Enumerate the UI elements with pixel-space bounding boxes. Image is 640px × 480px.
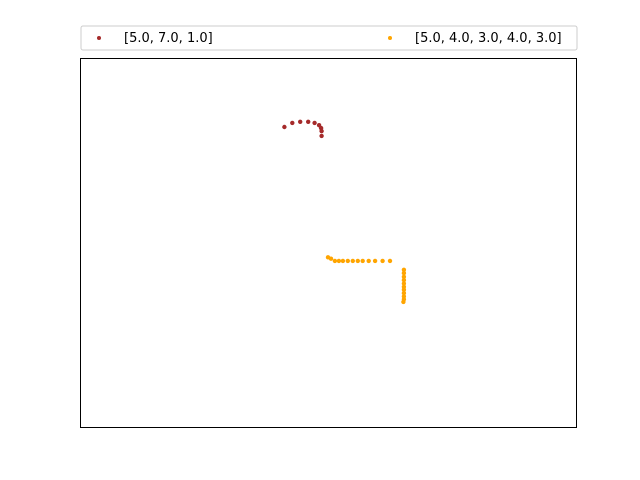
series-2-point-4 [336,258,342,264]
legend-marker-series-1 [97,36,101,40]
plot-area-frame [80,58,577,428]
series-2-point-7 [350,258,355,264]
series-2-point-8 [355,258,360,264]
series-2-point-3 [332,258,338,264]
series-2-point-6 [345,258,350,264]
series-1-point-2 [290,120,295,126]
series-1-point-3 [298,119,303,125]
series-1-point-9 [319,133,324,139]
series-2-point-10 [366,258,371,264]
series-2 [325,255,407,305]
series-2-point-11 [372,258,378,264]
series-1 [282,119,324,139]
legend-label-series-1: [5.0, 7.0, 1.0] [124,31,213,46]
series-2-point-24 [401,299,406,305]
series-1-point-1 [282,124,287,130]
legend-label-series-2: [5.0, 4.0, 3.0, 4.0, 3.0] [415,31,562,46]
series-2-point-12 [380,258,385,264]
series-1-point-5 [312,120,317,126]
data-points-layer [282,119,407,305]
series-2-point-9 [360,258,365,264]
series-2-point-5 [340,258,346,264]
series-2-point-13 [387,258,393,264]
legend-marker-series-2 [388,36,392,40]
chart-figure: [5.0, 7.0, 1.0] [5.0, 4.0, 3.0, 4.0, 3.0… [80,25,578,428]
series-1-point-8 [319,128,324,134]
series-2-point-2 [328,256,334,261]
series-1-point-4 [306,119,311,125]
legend: [5.0, 7.0, 1.0] [5.0, 4.0, 3.0, 4.0, 3.0… [80,25,578,51]
